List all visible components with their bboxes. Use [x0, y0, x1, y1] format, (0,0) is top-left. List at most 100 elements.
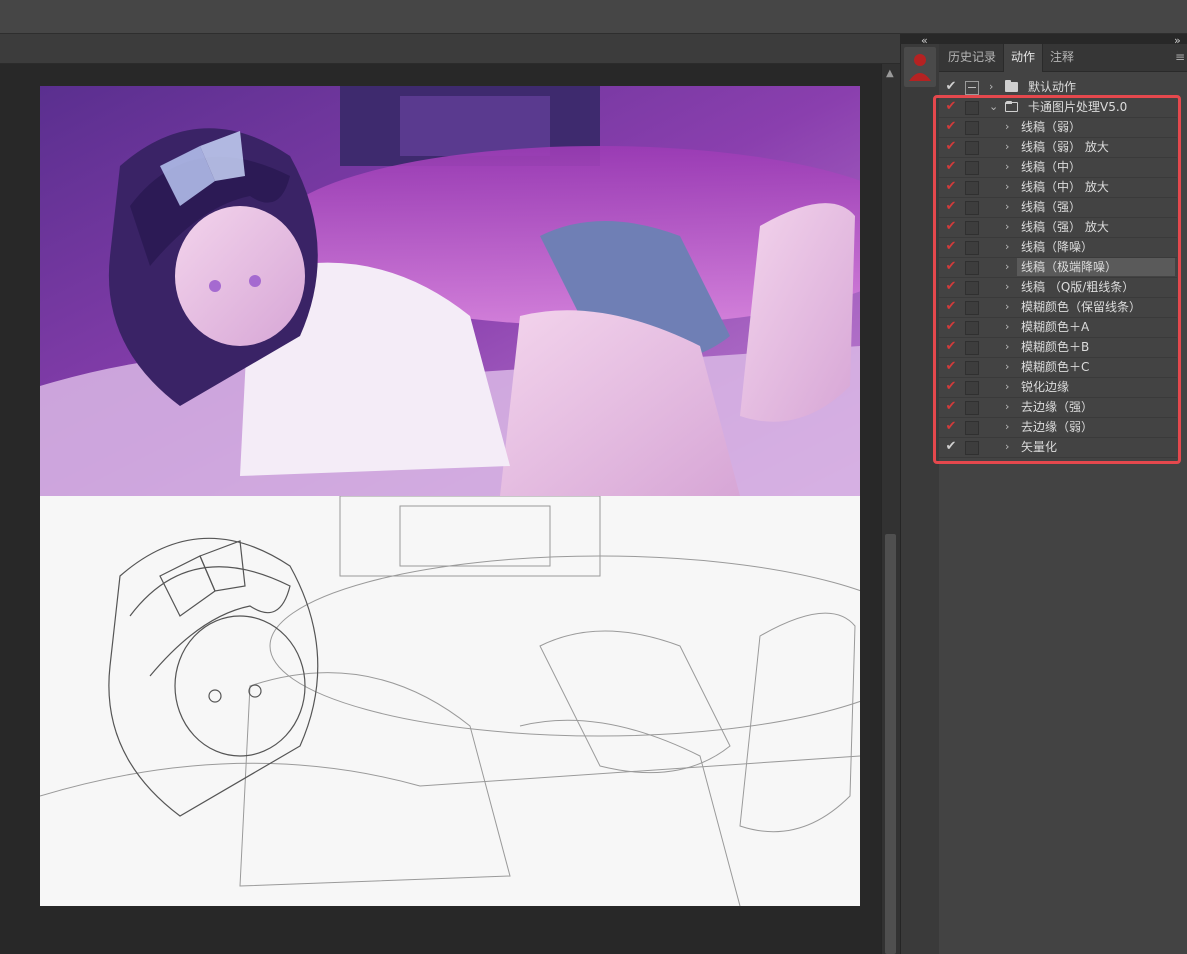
document-tab-bar	[0, 34, 900, 64]
chevron-right-icon[interactable]: ›	[1005, 397, 1009, 417]
toggle-checkmark-icon[interactable]: ✔	[944, 197, 958, 217]
action-label: 线稿 （Q版/粗线条）	[1021, 280, 1135, 294]
chevron-right-icon[interactable]: ›	[1005, 157, 1009, 177]
action-label: 模糊颜色＋A	[1021, 320, 1090, 334]
dialog-toggle-box[interactable]	[965, 161, 979, 175]
chevron-right-icon[interactable]: ›	[989, 77, 993, 97]
options-bar	[0, 0, 1187, 34]
dialog-toggle-box[interactable]	[965, 281, 979, 295]
toggle-checkmark-icon[interactable]: ✔	[944, 177, 958, 197]
dialog-toggle-icon[interactable]	[965, 81, 979, 95]
dialog-toggle-box[interactable]	[965, 361, 979, 375]
toggle-checkmark-icon[interactable]: ✔	[944, 417, 958, 437]
action-row[interactable]: ✔ › 模糊颜色＋B	[939, 337, 1177, 358]
action-row[interactable]: ✔ › 矢量化	[939, 437, 1177, 458]
toggle-checkmark-icon[interactable]: ✔	[944, 137, 958, 157]
action-row[interactable]: ✔ › 线稿 （Q版/粗线条）	[939, 277, 1177, 298]
dialog-toggle-box[interactable]	[965, 101, 979, 115]
toggle-checkmark-icon[interactable]: ✔	[944, 217, 958, 237]
dialog-toggle-box[interactable]	[965, 221, 979, 235]
chevron-right-icon[interactable]: ›	[1005, 377, 1009, 397]
toggle-checkmark-icon[interactable]: ✔	[944, 77, 958, 97]
chevron-right-icon[interactable]: ›	[1005, 337, 1009, 357]
action-row[interactable]: ✔ › 线稿（弱）	[939, 117, 1177, 138]
action-label: 矢量化	[1021, 440, 1058, 454]
chevron-right-icon[interactable]: ›	[1005, 217, 1009, 237]
toggle-checkmark-icon[interactable]: ✔	[944, 257, 958, 277]
action-row[interactable]: ✔ › 模糊颜色＋A	[939, 317, 1177, 338]
action-row[interactable]: ✔ › 线稿（强） 放大	[939, 217, 1177, 238]
toggle-checkmark-icon[interactable]: ✔	[944, 117, 958, 137]
action-row[interactable]: ✔ › 锐化边缘	[939, 377, 1177, 398]
toggle-checkmark-icon[interactable]: ✔	[944, 337, 958, 357]
lineart-artwork-image	[40, 496, 860, 906]
dialog-toggle-box[interactable]	[965, 261, 979, 275]
dialog-toggle-box[interactable]	[965, 321, 979, 335]
tab-notes[interactable]: 注释	[1042, 44, 1082, 71]
chevron-right-icon[interactable]: ›	[1005, 357, 1009, 377]
toggle-checkmark-icon[interactable]: ✔	[944, 377, 958, 397]
action-label: 线稿（降噪）	[1021, 240, 1094, 254]
chevron-down-icon[interactable]: ⌄	[989, 97, 998, 117]
chevron-right-icon[interactable]: ›	[1005, 117, 1009, 137]
chevron-right-icon[interactable]: ›	[1005, 197, 1009, 217]
toggle-checkmark-icon[interactable]: ✔	[944, 237, 958, 257]
action-label: 模糊颜色＋C	[1021, 360, 1090, 374]
scroll-thumb[interactable]	[885, 534, 896, 954]
chevron-right-icon[interactable]: ›	[1005, 297, 1009, 317]
chevron-right-icon[interactable]: ›	[1005, 257, 1009, 277]
toggle-checkmark-icon[interactable]: ✔	[944, 357, 958, 377]
action-row[interactable]: ✔ › 模糊颜色＋C	[939, 357, 1177, 378]
navigator-thumbnail-button[interactable]	[904, 47, 936, 87]
action-row[interactable]: ✔ › 线稿（极端降噪）	[939, 257, 1177, 278]
action-row[interactable]: ✔ › 线稿（中）	[939, 157, 1177, 178]
action-label: 线稿（弱）	[1021, 120, 1082, 134]
dialog-toggle-box[interactable]	[965, 341, 979, 355]
action-set-row[interactable]: ✔ ⌄ 卡通图片处理V5.0	[939, 97, 1177, 118]
toggle-checkmark-icon[interactable]: ✔	[944, 317, 958, 337]
action-row[interactable]: ✔ › 线稿（强）	[939, 197, 1177, 218]
dialog-toggle-box[interactable]	[965, 201, 979, 215]
dialog-toggle-box[interactable]	[965, 141, 979, 155]
chevron-right-icon[interactable]: ›	[1005, 177, 1009, 197]
action-row[interactable]: ✔ › 线稿（降噪）	[939, 237, 1177, 258]
tab-actions[interactable]: 动作	[1003, 44, 1043, 72]
dialog-toggle-box[interactable]	[965, 401, 979, 415]
chevron-right-icon[interactable]: ›	[1005, 277, 1009, 297]
scroll-up-icon[interactable]: ▲	[886, 68, 894, 79]
dialog-toggle-box[interactable]	[965, 241, 979, 255]
dialog-toggle-box[interactable]	[965, 181, 979, 195]
action-label: 线稿（极端降噪）	[1021, 260, 1118, 274]
dialog-toggle-box[interactable]	[965, 441, 979, 455]
action-label: 去边缘（弱）	[1021, 420, 1094, 434]
action-row[interactable]: ✔ › 模糊颜色（保留线条）	[939, 297, 1177, 318]
action-row[interactable]: ✔ › 线稿（中） 放大	[939, 177, 1177, 198]
toggle-checkmark-icon[interactable]: ✔	[944, 437, 958, 457]
action-set-row[interactable]: ✔ › 默认动作	[939, 77, 1177, 98]
tab-history[interactable]: 历史记录	[941, 44, 1003, 71]
actions-panel: 历史记录 动作 注释 ≡ ✔ › 默认动作 ✔ ⌄ 卡通图片处理V5.0 ✔ › 线稿（弱） ✔ ›…	[939, 44, 1187, 954]
dialog-toggle-box[interactable]	[965, 421, 979, 435]
chevron-right-icon[interactable]: ›	[1005, 137, 1009, 157]
action-row[interactable]: ✔ › 去边缘（强）	[939, 397, 1177, 418]
chevron-right-icon[interactable]: ›	[1005, 417, 1009, 437]
toggle-checkmark-icon[interactable]: ✔	[944, 297, 958, 317]
chevron-right-icon[interactable]: ›	[1005, 437, 1009, 457]
panel-menu-icon[interactable]: ≡	[1175, 50, 1185, 64]
dialog-toggle-box[interactable]	[965, 301, 979, 315]
action-label: 线稿（中）	[1021, 160, 1082, 174]
document-canvas[interactable]	[40, 86, 860, 906]
dialog-toggle-box[interactable]	[965, 381, 979, 395]
action-label: 模糊颜色（保留线条）	[1021, 300, 1142, 314]
user-thumbnail-icon	[909, 54, 931, 81]
dialog-toggle-box[interactable]	[965, 121, 979, 135]
toggle-checkmark-icon[interactable]: ✔	[944, 157, 958, 177]
toggle-checkmark-icon[interactable]: ✔	[944, 97, 958, 117]
action-row[interactable]: ✔ › 去边缘（弱）	[939, 417, 1177, 438]
action-row[interactable]: ✔ › 线稿（弱） 放大	[939, 137, 1177, 158]
chevron-right-icon[interactable]: ›	[1005, 317, 1009, 337]
toggle-checkmark-icon[interactable]: ✔	[944, 397, 958, 417]
chevron-right-icon[interactable]: ›	[1005, 237, 1009, 257]
vertical-scrollbar[interactable]: ▲	[881, 64, 900, 954]
toggle-checkmark-icon[interactable]: ✔	[944, 277, 958, 297]
